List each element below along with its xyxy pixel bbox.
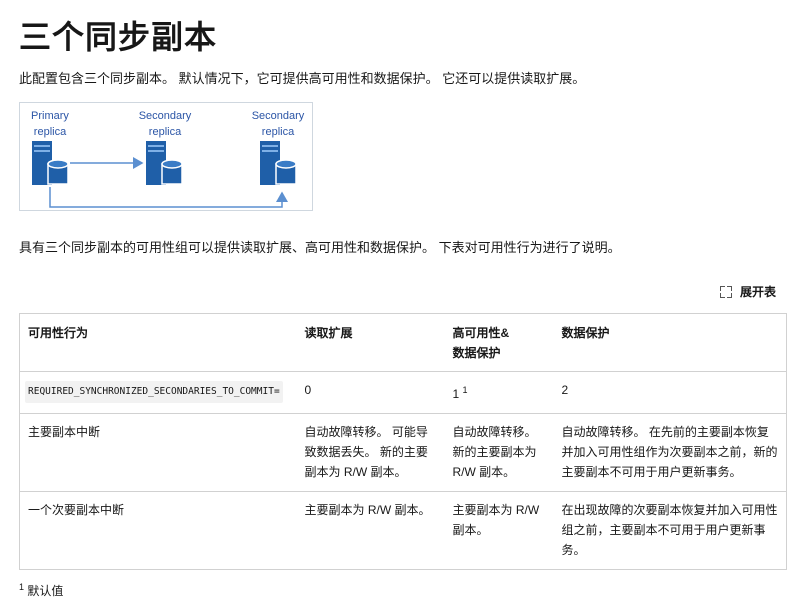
diagram-label-secondary-1: Secondary replica xyxy=(138,110,192,138)
cell-ha: 主要副本为 R/W 副本。 xyxy=(444,491,554,570)
arrow-primary-to-secondary-2 xyxy=(49,187,288,208)
header-data-protection: 数据保护 xyxy=(553,313,787,372)
expand-table-button[interactable]: 展开表 xyxy=(719,283,776,300)
expand-table-label: 展开表 xyxy=(739,285,776,299)
diagram-label-primary: Primary replica xyxy=(31,110,69,138)
header-behavior: 可用性行为 xyxy=(19,313,297,372)
header-ha-dp: 高可用性& 数据保护 xyxy=(444,313,554,372)
footnote-marker: 1 xyxy=(19,582,25,592)
cell-behavior: 一个次要副本中断 xyxy=(19,491,297,570)
server-icon-primary xyxy=(32,141,69,185)
code-setting: REQUIRED_SYNCHRONIZED_SECONDARIES_TO_COM… xyxy=(25,381,283,403)
cell-behavior: 主要副本中断 xyxy=(19,413,297,492)
footnote-ref[interactable]: 1 xyxy=(463,385,468,395)
cell-dp: 在出现故障的次要副本恢复并加入可用性组之前，主要副本不可用于用户更新事务。 xyxy=(553,491,787,570)
intro-paragraph: 此配置包含三个同步副本。 默认情况下，它可提供高可用性和数据保护。 它还可以提供… xyxy=(19,71,586,86)
cell-read: 主要副本为 R/W 副本。 xyxy=(296,491,445,570)
expand-icon xyxy=(719,285,732,298)
header-read-scale: 读取扩展 xyxy=(296,313,445,372)
cell-read: 自动故障转移。 可能导致数据丢失。 新的主要副本为 R/W 副本。 xyxy=(296,413,445,492)
cell-ha: 1 1 xyxy=(444,371,554,414)
table-row: 一个次要副本中断 主要副本为 R/W 副本。 主要副本为 R/W 副本。 在出现… xyxy=(19,491,787,570)
cell-dp: 自动故障转移。 在先前的主要副本恢复并加入可用性组作为次要副本之前，新的主要副本… xyxy=(553,413,787,492)
cell-behavior: REQUIRED_SYNCHRONIZED_SECONDARIES_TO_COM… xyxy=(19,371,297,414)
page-title: 三个同步副本 xyxy=(19,19,218,55)
server-icon-secondary-1 xyxy=(146,141,183,185)
replica-diagram: Primary replica Secondary replica Secondar… xyxy=(19,102,313,211)
footnote: 1 默认值 xyxy=(19,582,63,599)
table-header-row: 可用性行为 读取扩展 高可用性& 数据保护 数据保护 xyxy=(19,313,787,372)
diagram-label-secondary-2: Secondary replica xyxy=(251,110,305,138)
footnote-text: 默认值 xyxy=(27,584,64,598)
cell-ha: 自动故障转移。 新的主要副本为 R/W 副本。 xyxy=(444,413,554,492)
server-icon-secondary-2 xyxy=(260,141,297,185)
cell-read: 0 xyxy=(296,371,445,414)
description-paragraph: 具有三个同步副本的可用性组可以提供读取扩展、高可用性和数据保护。 下表对可用性行… xyxy=(19,240,621,255)
cell-dp: 2 xyxy=(553,371,787,414)
table-row: 主要副本中断 自动故障转移。 可能导致数据丢失。 新的主要副本为 R/W 副本。… xyxy=(19,413,787,492)
availability-table: 可用性行为 读取扩展 高可用性& 数据保护 数据保护 REQUIRED_SYNCH… xyxy=(19,313,787,570)
table-row: REQUIRED_SYNCHRONIZED_SECONDARIES_TO_COM… xyxy=(19,371,787,414)
